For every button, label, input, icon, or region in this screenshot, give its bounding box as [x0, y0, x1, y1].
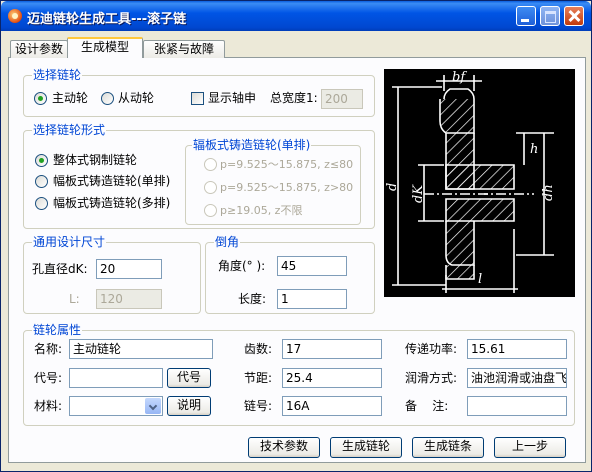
sprocket-section-diagram: bf h d dK dh l [384, 69, 575, 297]
sprocket-section-drawing: bf h d dK dh l [385, 70, 556, 293]
dim-l-label: l [478, 272, 482, 287]
sprocket-properties-title: 链轮属性 [32, 323, 83, 337]
name-input[interactable]: 主动链轮 [69, 339, 213, 359]
chamfer-length-input[interactable]: 1 [277, 289, 347, 309]
total-width-input[interactable]: 200 [321, 89, 363, 109]
length-l-label: L: [69, 292, 80, 306]
driving-wheel-label: 主动轮 [52, 91, 89, 105]
tab-generate-model[interactable]: 生成模型 [67, 37, 143, 58]
chamfer-angle-input[interactable]: 45 [277, 256, 347, 276]
cast-option-3-label: p≥19.05, z不限 [220, 204, 303, 217]
remark-input[interactable] [467, 396, 567, 416]
lubrication-input[interactable]: 油池润滑或油盘飞 [467, 368, 567, 388]
form-cast-single-radio[interactable] [35, 175, 48, 188]
bore-diameter-input[interactable]: 20 [96, 259, 162, 279]
previous-step-button[interactable]: 上一步 [494, 437, 566, 458]
chain-number-label: 链号: [244, 399, 273, 413]
pitch-input[interactable]: 25.4 [282, 368, 382, 388]
title-bar[interactable]: 迈迪链轮生成工具---滚子链 [1, 1, 591, 31]
name-label: 名称: [34, 342, 63, 356]
cast-option-2-radio[interactable] [204, 181, 217, 194]
length-l-input[interactable]: 120 [96, 289, 162, 309]
material-label: 材料: [34, 399, 63, 413]
remark-label: 备 注: [405, 399, 449, 413]
bore-diameter-label: 孔直径dK: [32, 262, 88, 276]
code-button[interactable]: 代号 [167, 368, 211, 388]
code-label: 代号: [34, 371, 63, 385]
material-select[interactable] [69, 396, 163, 416]
show-shaft-checkbox[interactable] [191, 92, 204, 105]
window-title: 迈迪链轮生成工具---滚子链 [27, 12, 187, 27]
power-input[interactable]: 15.61 [467, 339, 567, 359]
material-info-button[interactable]: 说明 [167, 396, 211, 416]
app-icon [8, 9, 22, 23]
general-dims-title: 通用设计尺寸 [32, 235, 107, 249]
minimize-button[interactable] [516, 6, 536, 26]
form-cast-single-label: 幅板式铸造链轮(单排) [53, 174, 171, 188]
chevron-down-icon[interactable] [145, 398, 161, 414]
sprocket-form-title: 选择链轮形式 [32, 123, 107, 137]
pitch-label: 节距: [244, 371, 273, 385]
driven-wheel-radio[interactable] [101, 92, 114, 105]
generate-chain-button[interactable]: 生成链条 [412, 437, 484, 458]
tab-tension-fault[interactable]: 张紧与故障 [143, 40, 225, 58]
tab-design-params[interactable]: 设计参数 [10, 40, 68, 58]
chamfer-angle-label: 角度(° ): [218, 259, 266, 273]
dim-dk-label: dK [411, 184, 426, 203]
close-button[interactable] [564, 6, 584, 26]
dim-dh-label: dh [541, 184, 556, 201]
dim-h-label: h [530, 142, 538, 157]
tech-params-button[interactable]: 技术参数 [248, 437, 320, 458]
total-width-label: 总宽度1: [270, 91, 318, 105]
lubrication-label: 润滑方式: [405, 371, 458, 385]
power-label: 传递功率: [405, 342, 458, 356]
cast-single-subgroup-title: 辐板式铸造链轮(单排) [192, 138, 312, 152]
form-cast-multi-radio[interactable] [35, 197, 48, 210]
dim-bf-label: bf [452, 70, 467, 85]
select-sprocket-title: 选择链轮 [32, 68, 83, 82]
teeth-label: 齿数: [244, 342, 273, 356]
maximize-button[interactable] [540, 6, 560, 26]
form-solid-steel-label: 整体式钢制链轮 [53, 153, 138, 167]
cast-option-1-label: p=9.525～15.875, z≤80 [220, 158, 354, 171]
app-window: 迈迪链轮生成工具---滚子链 设计参数 生成模型 张紧与故障 选择链轮 主动轮 … [0, 0, 592, 472]
chain-number-input[interactable]: 16A [282, 396, 382, 416]
form-cast-multi-label: 幅板式铸造链轮(多排) [53, 196, 171, 210]
cast-option-3-radio[interactable] [204, 204, 217, 217]
form-solid-steel-radio[interactable] [35, 154, 48, 167]
chamfer-title: 倒角 [214, 235, 241, 249]
dim-d-label: d [385, 183, 400, 191]
show-shaft-label: 显示轴申 [208, 91, 257, 105]
driven-wheel-label: 从动轮 [118, 91, 155, 105]
generate-sprocket-button[interactable]: 生成链轮 [330, 437, 402, 458]
code-input[interactable] [69, 368, 163, 388]
cast-option-1-radio[interactable] [204, 158, 217, 171]
cast-option-2-label: p=9.525～15.875, z>80 [220, 181, 354, 194]
driving-wheel-radio[interactable] [34, 92, 47, 105]
chamfer-length-label: 长度: [238, 292, 267, 306]
teeth-input[interactable]: 17 [282, 339, 382, 359]
